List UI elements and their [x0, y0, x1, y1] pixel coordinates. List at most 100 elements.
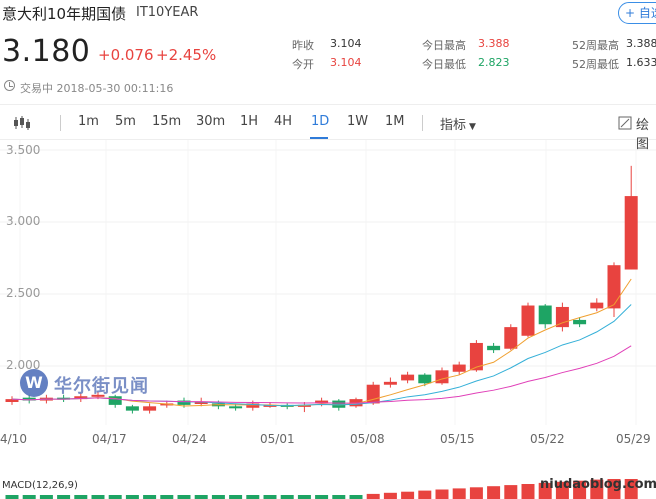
y-tick-label: 2.500: [6, 286, 41, 300]
macd-bar: [74, 495, 88, 499]
caret-down-icon: ▼: [469, 122, 476, 132]
last-price: 3.180: [2, 34, 91, 69]
clock-icon: [4, 80, 15, 91]
macd-bar: [229, 495, 243, 499]
period-1m-tab[interactable]: 1m: [78, 114, 99, 129]
wk52-low-value: 1.633: [626, 56, 656, 69]
macd-bar: [194, 495, 208, 499]
macd-bar: [39, 495, 53, 499]
candle-body: [401, 374, 415, 381]
candle-body: [452, 364, 466, 372]
prev-close-value: 3.104: [330, 37, 362, 50]
period-1w-tab[interactable]: 1W: [347, 114, 368, 129]
add-watchlist-button[interactable]: + 自选: [618, 2, 656, 24]
brand-logo-icon: W: [20, 369, 48, 397]
toolbar-divider: [60, 115, 61, 131]
period-30m-tab[interactable]: 30m: [196, 114, 225, 129]
macd-bar: [452, 488, 466, 499]
period-4h-tab[interactable]: 4H: [274, 114, 292, 129]
macd-bar: [177, 495, 191, 499]
x-tick-label: 05/15: [440, 432, 475, 446]
macd-bar: [160, 495, 174, 499]
candle-body: [435, 370, 449, 384]
wk52-high-value: 3.388: [626, 37, 656, 50]
price-change-percent: +2.45%: [156, 46, 217, 64]
macd-bar: [22, 495, 36, 499]
candlestick-icon[interactable]: [12, 115, 30, 131]
trading-status: 交易中 2018-05-30 00:11:16: [20, 82, 174, 95]
indicator-dropdown[interactable]: 指标 ▼: [440, 114, 476, 133]
day-high-label: 今日最高: [422, 39, 466, 52]
macd-bar: [246, 495, 260, 499]
macd-bar: [469, 487, 483, 499]
candle-body: [383, 381, 397, 385]
y-tick-label: 3.000: [6, 214, 41, 228]
macd-bar: [315, 495, 329, 499]
macd-bar: [504, 485, 518, 499]
macd-bar: [349, 495, 363, 499]
macd-bar: [521, 484, 535, 499]
day-low-value: 2.823: [478, 56, 510, 69]
brand-watermark: 华尔街见闻: [54, 376, 149, 397]
prev-close-label: 昨收: [292, 39, 314, 52]
macd-bar: [280, 495, 294, 499]
candle-body: [125, 406, 139, 411]
period-1h-tab[interactable]: 1H: [240, 114, 258, 129]
active-tab-indicator: [310, 137, 328, 139]
macd-bar: [263, 495, 277, 499]
macd-bar: [125, 495, 139, 499]
period-15m-tab[interactable]: 15m: [152, 114, 181, 129]
macd-bar: [211, 495, 225, 499]
period-1d-tab[interactable]: 1D: [311, 114, 329, 129]
candle-body: [504, 327, 518, 349]
macd-bar: [487, 486, 501, 499]
open-label: 今开: [292, 58, 314, 71]
toolbar-divider: [422, 115, 423, 131]
macd-bar: [108, 495, 122, 499]
period-1mo-tab[interactable]: 1M: [385, 114, 405, 129]
macd-bar: [418, 490, 432, 499]
x-tick-label: 4/10: [0, 432, 27, 446]
candle-body: [624, 196, 638, 270]
day-low-label: 今日最低: [422, 58, 466, 71]
candle-body: [418, 374, 432, 384]
macd-bar: [435, 489, 449, 499]
indicator-label: 指标: [440, 118, 467, 133]
x-tick-label: 05/22: [530, 432, 565, 446]
macd-bar: [297, 495, 311, 499]
instrument-title: 意大利10年期国债: [2, 5, 127, 23]
day-high-value: 3.388: [478, 37, 510, 50]
chart-toolbar: 1m 5m 15m 30m 1H 4H 1D 1W 1M 指标 ▼ 绘图: [0, 104, 656, 152]
macd-bar: [5, 495, 19, 499]
draw-tool-icon: [618, 116, 632, 130]
macd-bar: [366, 493, 380, 499]
x-tick-label: 05/01: [260, 432, 295, 446]
candle-body: [573, 319, 587, 325]
y-tick-label: 3.500: [6, 143, 41, 157]
candle-body: [143, 406, 157, 411]
candle-body: [538, 305, 552, 325]
macd-bar: [91, 495, 105, 499]
instrument-code: IT10YEAR: [136, 5, 199, 20]
x-tick-label: 05/08: [350, 432, 385, 446]
x-tick-label: 04/17: [92, 432, 127, 446]
x-tick-label: 04/24: [172, 432, 207, 446]
candle-body: [487, 345, 501, 351]
candle-body: [521, 305, 535, 336]
x-tick-label: 05/29: [616, 432, 651, 446]
site-watermark: niudaoblog.com: [540, 477, 656, 492]
wk52-low-label: 52周最低: [572, 58, 619, 71]
macd-bar: [383, 492, 397, 499]
period-5m-tab[interactable]: 5m: [115, 114, 136, 129]
macd-bar: [57, 495, 71, 499]
wk52-high-label: 52周最高: [572, 39, 619, 52]
candle-body: [590, 302, 604, 309]
macd-label: MACD(12,26,9): [2, 480, 78, 491]
candle-body: [555, 306, 569, 328]
macd-bar: [332, 495, 346, 499]
candle-body: [229, 406, 243, 409]
macd-bar: [401, 491, 415, 499]
price-change: +0.076: [98, 46, 154, 64]
candle-body: [607, 265, 621, 309]
macd-bar: [143, 495, 157, 499]
